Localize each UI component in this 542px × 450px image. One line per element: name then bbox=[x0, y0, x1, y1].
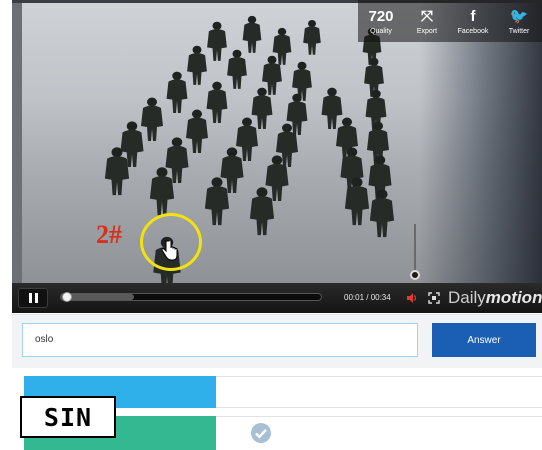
progress-bar[interactable] bbox=[60, 292, 322, 302]
share-toolbar: 720 Quality ⤧ Export f Facebook 🐦 Twitte… bbox=[358, 0, 542, 42]
soldier-figure bbox=[149, 167, 175, 216]
facebook-icon: f bbox=[470, 8, 476, 25]
sin-badge: SIN bbox=[20, 396, 116, 438]
export-label: Export bbox=[416, 28, 438, 35]
speaker-icon[interactable] bbox=[406, 292, 418, 304]
pause-icon-bar bbox=[34, 293, 38, 303]
video-player[interactable]: 720 Quality ⤧ Export f Facebook 🐦 Twitte… bbox=[12, 0, 542, 313]
volume-track bbox=[414, 224, 416, 274]
progress-knob[interactable] bbox=[62, 292, 72, 302]
soldier-figure bbox=[204, 177, 230, 226]
soldier-figure bbox=[104, 147, 130, 196]
soldier-figure bbox=[227, 49, 247, 89]
soldier-figure bbox=[303, 20, 321, 55]
hand-cursor-icon bbox=[161, 240, 178, 261]
quality-icon: 720 bbox=[368, 8, 394, 25]
answer-input[interactable]: oslo bbox=[22, 323, 418, 357]
brand-bold: motion bbox=[485, 288, 542, 307]
soldier-figure bbox=[166, 71, 188, 113]
pause-button[interactable] bbox=[18, 288, 48, 308]
twitter-label: Twitter bbox=[508, 28, 530, 35]
soldier-figure bbox=[236, 117, 258, 161]
soldier-figure bbox=[321, 87, 343, 129]
soldier-figure bbox=[206, 81, 228, 123]
soldier-figure bbox=[242, 15, 262, 53]
export-button[interactable]: ⤧ Export bbox=[404, 0, 450, 42]
fullscreen-icon[interactable] bbox=[428, 292, 440, 304]
soldier-figure bbox=[141, 97, 163, 141]
video-frame[interactable]: 720 Quality ⤧ Export f Facebook 🐦 Twitte… bbox=[12, 0, 542, 283]
control-bar: 00:01 / 00:34 Dailymotion bbox=[12, 283, 542, 313]
time-display: 00:01 / 00:34 bbox=[344, 293, 391, 302]
building-shadow bbox=[420, 0, 542, 283]
twitter-button[interactable]: 🐦 Twitter bbox=[496, 0, 542, 42]
soldier-figure bbox=[369, 189, 395, 238]
soldier-figure bbox=[187, 45, 207, 85]
quality-button[interactable]: 720 Quality bbox=[358, 0, 404, 42]
check-icon bbox=[251, 423, 271, 443]
twitter-icon: 🐦 bbox=[509, 8, 529, 25]
soldier-figure bbox=[207, 21, 227, 61]
brand-light: Daily bbox=[448, 288, 486, 307]
facebook-button[interactable]: f Facebook bbox=[450, 0, 496, 42]
volume-knob[interactable] bbox=[410, 270, 420, 280]
answer-row: oslo Answer bbox=[12, 314, 542, 369]
frame-edge bbox=[12, 0, 22, 283]
dailymotion-logo[interactable]: Dailymotion bbox=[448, 288, 542, 308]
soldier-figure bbox=[186, 109, 208, 153]
soldier-figure bbox=[249, 187, 275, 236]
result-row-1 bbox=[216, 376, 542, 408]
pause-icon bbox=[28, 293, 32, 303]
quality-label: Quality bbox=[370, 28, 392, 35]
export-icon: ⤧ bbox=[420, 8, 433, 25]
soldier-figure bbox=[220, 147, 244, 194]
volume-slider[interactable] bbox=[410, 224, 420, 280]
soldier-figure bbox=[165, 137, 189, 184]
facebook-label: Facebook bbox=[457, 28, 489, 35]
annotation-label: 2# bbox=[96, 220, 122, 249]
answer-button[interactable]: Answer bbox=[432, 323, 536, 357]
